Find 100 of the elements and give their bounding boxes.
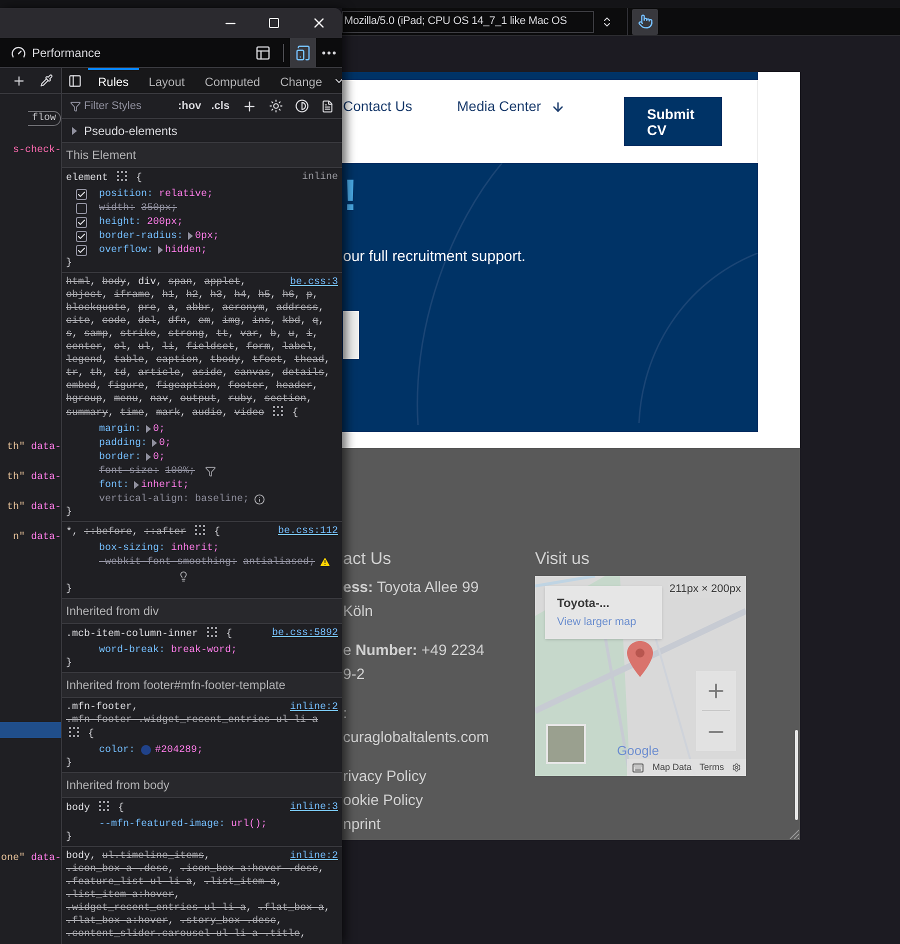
property-name[interactable]: margin: — [99, 422, 142, 436]
property-name[interactable]: box-sizing: — [99, 540, 166, 556]
checkbox[interactable] — [76, 216, 87, 228]
property-name[interactable]: font-size: — [99, 464, 160, 478]
sidebar-toggle-icon[interactable] — [68, 74, 82, 88]
markup-attribute[interactable]: one" data- — [0, 851, 61, 866]
select-arrows-icon[interactable] — [601, 16, 613, 28]
grid-highlighter-icon[interactable] — [207, 627, 218, 637]
warning-icon[interactable] — [319, 556, 332, 568]
nav-link[interactable]: Contact Us — [342, 96, 457, 117]
user-agent-field[interactable]: Mozilla/5.0 (iPad; CPU OS 14_7_1 like Mac OS — [342, 10, 594, 32]
property-name[interactable]: position: — [99, 186, 154, 202]
add-node-icon[interactable] — [12, 74, 26, 88]
property-value[interactable]: 350px; — [141, 200, 178, 216]
expand-triangle-icon[interactable] — [152, 439, 158, 447]
property-name[interactable]: border-radius: — [99, 228, 184, 244]
property-name[interactable]: height: — [99, 214, 142, 230]
checkbox[interactable] — [76, 230, 87, 242]
performance-tab[interactable]: Performance — [0, 44, 101, 62]
property-name[interactable]: color: — [99, 742, 136, 758]
settings-icon[interactable] — [732, 763, 741, 772]
property-value[interactable]: relative; — [159, 186, 214, 202]
filter-icon[interactable] — [205, 466, 216, 476]
info-icon[interactable] — [254, 494, 266, 504]
property-name[interactable]: font: — [99, 478, 130, 492]
responsive-mode-button[interactable] — [290, 38, 316, 67]
source-link[interactable]: inline:3 — [290, 801, 338, 814]
property-name[interactable]: border: — [99, 450, 142, 464]
markup-attribute[interactable]: th" data- — [6, 440, 61, 455]
property-name[interactable]: width: — [99, 200, 136, 216]
markup-attribute[interactable]: s-check- — [12, 143, 61, 158]
expand-triangle-icon[interactable] — [134, 481, 140, 489]
property-value[interactable]: break-word; — [171, 642, 238, 658]
add-rule-icon[interactable] — [242, 98, 257, 114]
document-icon[interactable] — [320, 100, 334, 112]
nav-link-label[interactable]: Media Center — [457, 96, 542, 117]
panel-tab[interactable]: Change — [270, 68, 332, 93]
property-value[interactable]: inherit; — [141, 478, 190, 492]
markup-attribute[interactable]: th" data- — [6, 470, 61, 485]
tab-label[interactable]: Performance — [32, 44, 101, 62]
satellite-thumbnail[interactable] — [546, 724, 586, 764]
property-value[interactable]: antialiased; — [243, 554, 316, 570]
expand-triangle-icon[interactable] — [72, 126, 77, 134]
map[interactable]: Toyota-... View larger map 211px × 200px Google Map Data Terms — [535, 576, 746, 776]
light-mode-icon[interactable] — [268, 99, 283, 113]
property-value[interactable]: 200px; — [147, 214, 184, 230]
checkbox[interactable] — [76, 202, 87, 214]
gauge-icon[interactable] — [11, 45, 26, 60]
property-value[interactable]: hidden; — [165, 242, 208, 258]
property-value[interactable]: 100%; — [165, 464, 196, 478]
map-footer-link[interactable]: Map Data — [652, 760, 692, 774]
panel-tab[interactable]: Computed — [194, 68, 270, 93]
map-footer-link[interactable]: Terms — [700, 760, 724, 774]
property-value[interactable]: #204289; — [155, 742, 204, 758]
property-value[interactable]: inherit; — [171, 540, 220, 556]
resize-grip-icon[interactable] — [789, 829, 799, 839]
markup-badge[interactable]: flow — [28, 111, 61, 126]
submit-cv-button[interactable]: Submit CV — [624, 97, 722, 146]
source-link[interactable]: be.css:112 — [278, 525, 338, 538]
layout-icon[interactable] — [255, 44, 271, 60]
checkbox[interactable] — [76, 188, 87, 200]
expand-triangle-icon[interactable] — [188, 232, 194, 240]
toggle-button[interactable]: :hov — [176, 98, 204, 114]
source-link[interactable]: be.css:3 — [290, 276, 338, 289]
pseudo-elements-label[interactable]: Pseudo-elements — [84, 122, 178, 140]
touch-simulation-button[interactable] — [632, 8, 658, 34]
source-link[interactable]: inline:2 — [290, 701, 338, 714]
grid-highlighter-icon[interactable] — [99, 801, 110, 811]
color-swatch[interactable] — [141, 745, 152, 755]
maximize-icon[interactable] — [268, 17, 280, 29]
source-link[interactable]: inline:2 — [290, 850, 338, 863]
grid-highlighter-icon[interactable] — [195, 525, 206, 535]
scrollbar[interactable] — [795, 730, 798, 820]
grid-highlighter-icon[interactable] — [69, 727, 79, 737]
property-value[interactable]: 0; — [159, 436, 172, 450]
nav-link[interactable]: Media Center — [457, 96, 566, 117]
property-value[interactable]: 0px; — [195, 228, 220, 244]
markup-attribute[interactable]: th" data- — [6, 500, 61, 515]
pointer-hand-icon[interactable] — [638, 14, 652, 29]
checkbox[interactable] — [76, 244, 87, 256]
eyedropper-icon[interactable] — [40, 74, 53, 87]
keyboard-icon[interactable] — [632, 762, 644, 774]
expand-triangle-icon[interactable] — [146, 425, 152, 433]
contrast-icon[interactable] — [294, 99, 309, 113]
footer-link[interactable]: rivacy Policy — [343, 765, 535, 789]
responsive-mode-icon[interactable] — [295, 44, 311, 60]
property-name[interactable]: word-break: — [99, 642, 166, 658]
property-name[interactable]: -webkit-font-smoothing: — [99, 554, 238, 570]
property-name[interactable]: --mfn-featured-image: — [99, 816, 226, 832]
panel-tab[interactable]: Layout — [138, 68, 195, 93]
grid-highlighter-icon[interactable] — [117, 171, 128, 181]
lightbulb-icon[interactable] — [178, 570, 189, 582]
expand-triangle-icon[interactable] — [146, 453, 152, 461]
panel-tab[interactable]: Rules — [88, 68, 139, 93]
property-value[interactable]: url(); — [231, 816, 268, 832]
footer-link[interactable]: ookie Policy — [343, 789, 535, 813]
source-link[interactable]: be.css:5892 — [272, 627, 338, 640]
property-value[interactable]: baseline; — [195, 492, 250, 506]
property-name[interactable]: overflow: — [99, 242, 154, 258]
toggle-button[interactable]: .cls — [209, 98, 232, 114]
